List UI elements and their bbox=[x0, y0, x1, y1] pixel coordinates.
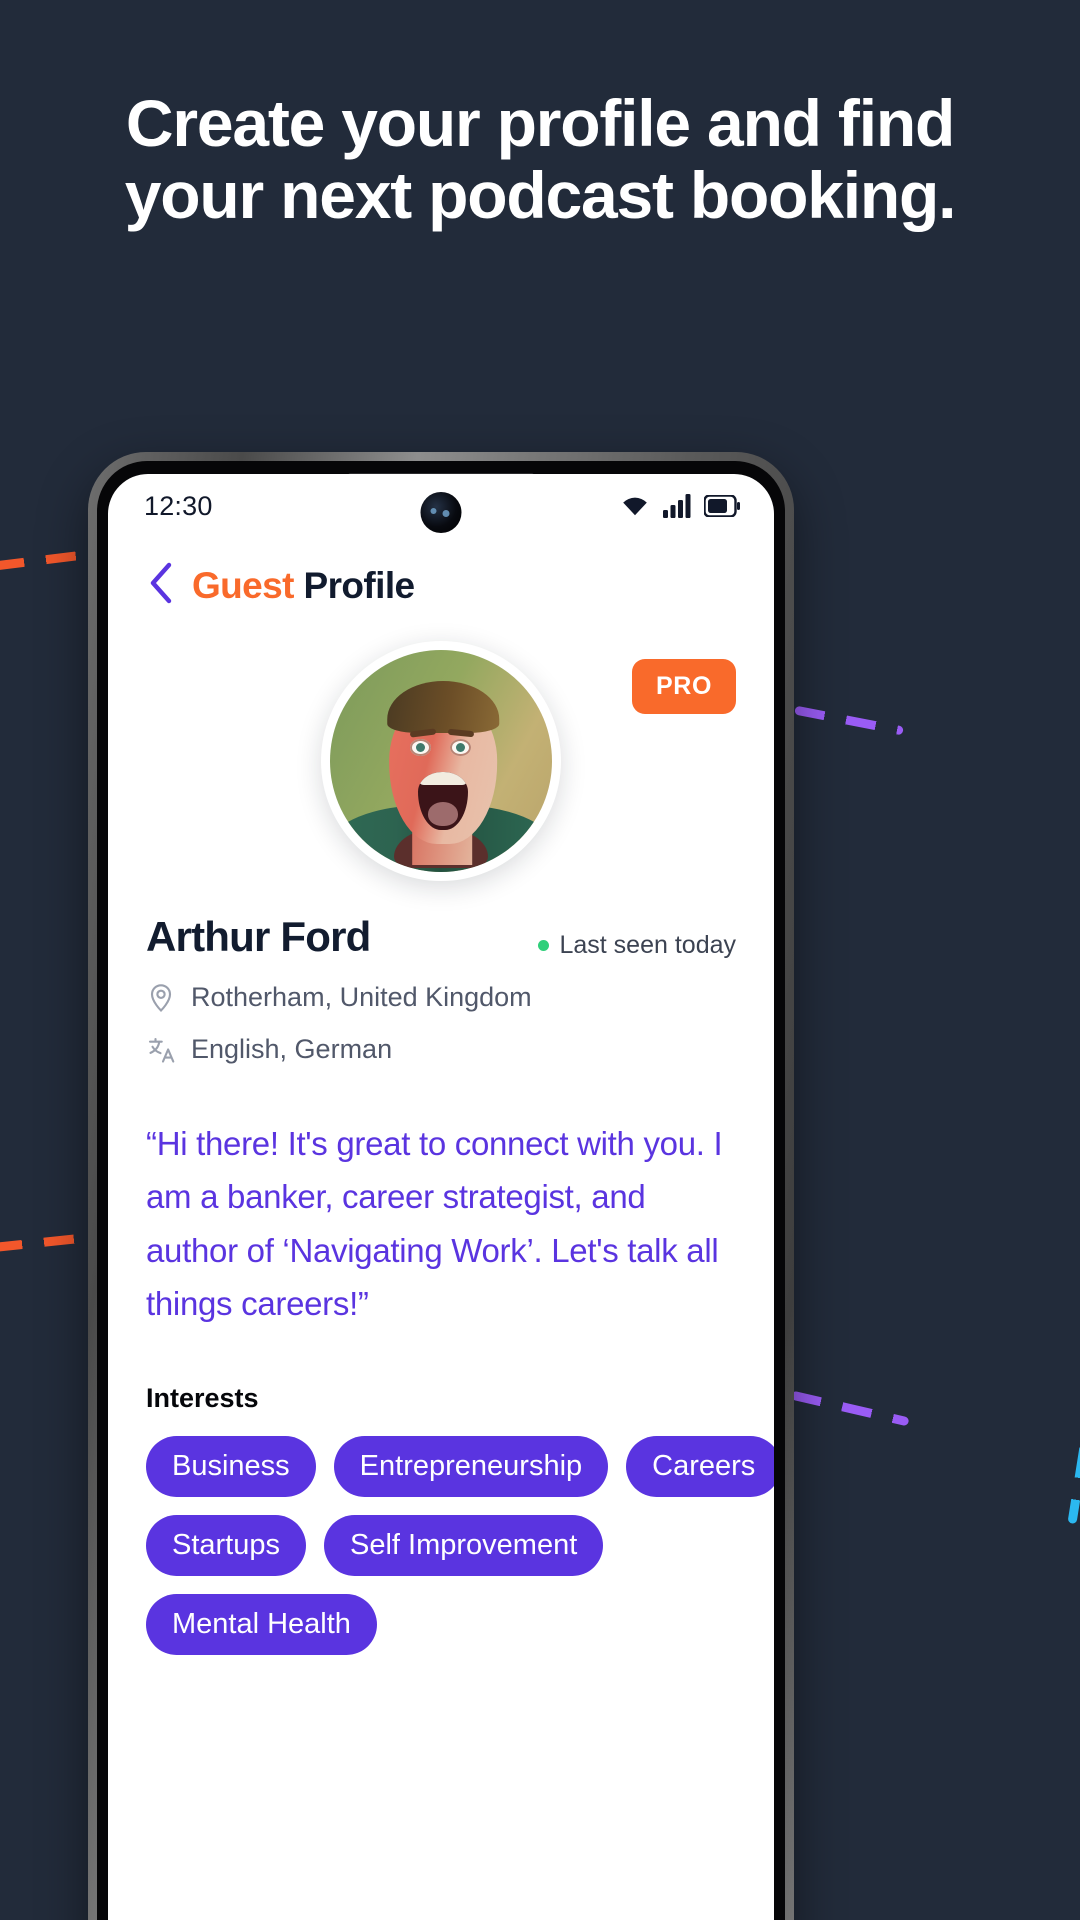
status-time: 12:30 bbox=[144, 490, 213, 521]
avatar-teeth bbox=[418, 772, 468, 786]
profile-bio: “Hi there! It's great to connect with yo… bbox=[146, 1125, 723, 1323]
interest-tag[interactable]: Self Improvement bbox=[324, 1514, 604, 1576]
interests-heading: Interests bbox=[146, 1382, 259, 1413]
avatar-tongue bbox=[428, 802, 458, 827]
status-icon-group bbox=[620, 494, 740, 518]
name-row: Arthur Ford Last seen today bbox=[146, 913, 736, 961]
identity-block: Arthur Ford Last seen today Rotherham, U… bbox=[108, 913, 774, 1065]
avatar-section: PRO bbox=[108, 631, 774, 913]
page-title-rest: Profile bbox=[293, 564, 416, 606]
phone-screen: 12:30 Guest Profile PRO Arthur Ford Last… bbox=[108, 474, 774, 1920]
location-pin-icon bbox=[146, 983, 176, 1013]
page-title: Guest Profile bbox=[192, 564, 416, 607]
avatar-hair bbox=[387, 681, 500, 734]
avatar[interactable] bbox=[321, 641, 561, 881]
last-seen-status: Last seen today bbox=[538, 931, 736, 960]
page-title-accent: Guest bbox=[192, 564, 294, 606]
decorative-dash-orange-left-bottom bbox=[0, 1232, 91, 1253]
location-row: Rotherham, United Kingdom bbox=[146, 982, 736, 1013]
page-headline: Create your profile and find your next p… bbox=[124, 86, 957, 232]
interest-tag-list: Business Entrepreneurship Careers Startu… bbox=[146, 1435, 774, 1655]
battery-icon bbox=[704, 495, 740, 517]
phone-bezel: 12:30 Guest Profile PRO Arthur Ford Last… bbox=[97, 461, 785, 1920]
interest-tag[interactable]: Careers bbox=[626, 1435, 774, 1497]
languages-label: English, German bbox=[191, 1034, 393, 1064]
status-bar: 12:30 bbox=[108, 474, 774, 538]
interest-tag[interactable]: Entrepreneurship bbox=[333, 1435, 609, 1497]
phone-mockup: 12:30 Guest Profile PRO Arthur Ford Last… bbox=[88, 452, 794, 1920]
decorative-dash-purple-right-top bbox=[794, 705, 904, 736]
front-camera-punch-hole bbox=[420, 492, 462, 533]
pro-badge[interactable]: PRO bbox=[632, 659, 736, 714]
avatar-photo bbox=[330, 650, 552, 872]
location-label: Rotherham, United Kingdom bbox=[191, 982, 532, 1012]
last-seen-label: Last seen today bbox=[559, 931, 736, 959]
interest-tag[interactable]: Mental Health bbox=[146, 1593, 377, 1655]
decorative-dash-orange-left-top bbox=[0, 550, 85, 571]
languages-row: English, German bbox=[146, 1034, 736, 1065]
interest-tag[interactable]: Startups bbox=[146, 1514, 306, 1576]
online-status-dot bbox=[538, 940, 550, 951]
wifi-icon bbox=[620, 494, 650, 518]
decorative-dash-blue-right bbox=[1067, 1344, 1080, 1525]
avatar-eye-left bbox=[409, 738, 431, 756]
translate-icon bbox=[146, 1035, 176, 1065]
profile-name: Arthur Ford bbox=[146, 913, 371, 960]
decorative-dash-purple-right-bottom bbox=[790, 1390, 910, 1427]
back-button[interactable] bbox=[148, 562, 174, 609]
interest-tag[interactable]: Business bbox=[146, 1435, 316, 1497]
avatar-eye-right bbox=[449, 738, 471, 756]
nav-bar: Guest Profile bbox=[108, 538, 774, 619]
cellular-signal-icon bbox=[663, 494, 691, 518]
